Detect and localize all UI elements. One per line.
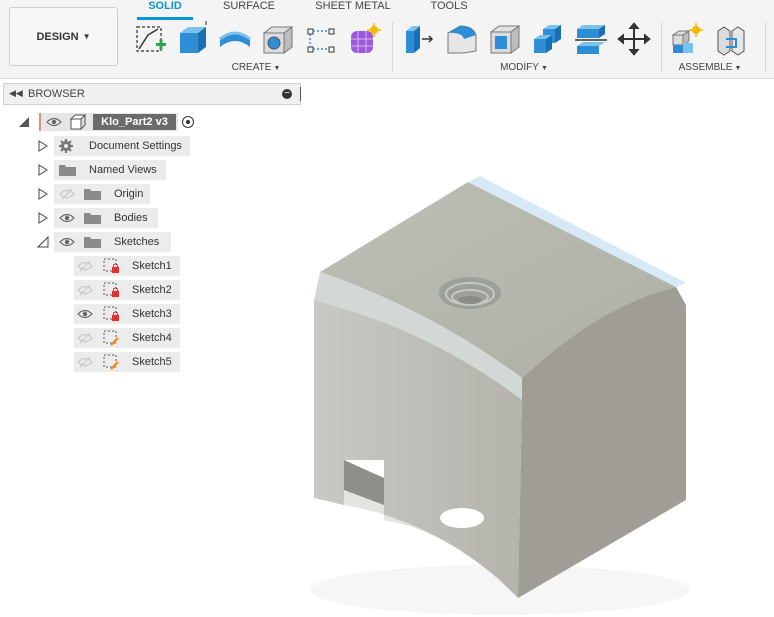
pattern-icon[interactable] <box>304 21 338 57</box>
folder-icon <box>59 165 76 176</box>
sketch-locked-icon <box>103 282 119 297</box>
sketch-edit-icon <box>103 354 119 370</box>
sketch-label: Sketch2 <box>132 284 172 296</box>
eye-hidden-icon[interactable] <box>77 332 93 344</box>
design-workspace-button[interactable]: DESIGN ▼ <box>9 7 118 66</box>
sketch-label: Sketch3 <box>132 308 172 320</box>
create-form-icon[interactable] <box>347 21 381 57</box>
expanded-triangle-icon[interactable] <box>37 236 49 248</box>
tab-tools[interactable]: TOOLS <box>429 0 469 12</box>
sketch-label: Sketch4 <box>132 332 172 344</box>
thread-bottom <box>458 296 482 304</box>
minimize-icon[interactable]: − <box>282 89 292 99</box>
new-component-icon[interactable] <box>670 21 704 57</box>
eye-hidden-icon[interactable] <box>77 284 93 296</box>
toolbar-divider <box>392 22 393 72</box>
modify-menu[interactable]: MODIFY ▼ <box>494 62 554 73</box>
component-icon <box>69 114 87 130</box>
tree-item-label: Document Settings <box>89 140 182 152</box>
folder-icon <box>84 237 101 248</box>
tab-solid-indicator <box>137 17 193 20</box>
eye-icon[interactable] <box>59 212 75 224</box>
sketch-locked-icon <box>103 258 119 273</box>
tree-item-label: Bodies <box>114 212 148 224</box>
browser-title: BROWSER <box>28 88 85 100</box>
extrude-icon[interactable] <box>176 19 210 57</box>
sketch-edit-icon <box>103 330 119 346</box>
toolbar: DESIGN ▼ SOLID SURFACE SHEET METAL TOOLS … <box>0 0 774 79</box>
folder-icon <box>84 189 101 200</box>
tree-item-label: Named Views <box>89 164 157 176</box>
assemble-menu[interactable]: ASSEMBLE ▼ <box>672 62 748 73</box>
create-label: CREATE <box>231 62 272 73</box>
panel-divider <box>300 87 301 101</box>
assemble-label: ASSEMBLE <box>678 62 733 73</box>
model-slot-hole <box>440 508 484 528</box>
eye-icon[interactable] <box>77 308 93 320</box>
root-component-name[interactable]: Klo_Part2 v3 <box>93 114 176 130</box>
joint-icon[interactable] <box>714 21 748 57</box>
shell-icon[interactable] <box>488 21 522 57</box>
root-node-marker <box>39 113 41 131</box>
tree-item-label: Sketches <box>114 236 160 248</box>
tree-item-label: Origin <box>114 188 144 200</box>
collapse-panel-icon[interactable]: ◀◀ <box>9 88 23 99</box>
gear-icon <box>59 139 73 153</box>
combine-icon[interactable] <box>531 21 565 57</box>
folder-icon <box>84 213 101 224</box>
expanded-triangle-icon[interactable] <box>18 116 30 128</box>
caret-down-icon: ▼ <box>734 65 742 72</box>
toolbar-divider <box>765 22 766 72</box>
sketch-label: Sketch5 <box>132 356 172 368</box>
eye-hidden-icon[interactable] <box>77 356 93 368</box>
sketch-label: Sketch1 <box>132 260 172 272</box>
caret-down-icon: ▼ <box>273 65 281 72</box>
create-sketch-icon[interactable] <box>134 21 168 57</box>
activate-radio-icon[interactable] <box>182 116 194 128</box>
eye-hidden-icon[interactable] <box>59 188 75 200</box>
collapsed-triangle-icon[interactable] <box>37 188 49 200</box>
create-menu[interactable]: CREATE ▼ <box>226 62 286 73</box>
tab-sheet-metal[interactable]: SHEET METAL <box>315 0 391 12</box>
collapsed-triangle-icon[interactable] <box>37 140 49 152</box>
modify-label: MODIFY <box>500 62 539 73</box>
browser-header: ◀◀ BROWSER − <box>3 83 301 105</box>
eye-icon[interactable] <box>46 116 62 128</box>
design-label: DESIGN <box>36 30 79 43</box>
split-body-icon[interactable] <box>574 21 608 57</box>
caret-down-icon: ▼ <box>82 32 91 41</box>
caret-down-icon: ▼ <box>540 65 548 72</box>
eye-hidden-icon[interactable] <box>77 260 93 272</box>
fillet-icon[interactable] <box>445 21 479 57</box>
collapsed-triangle-icon[interactable] <box>37 212 49 224</box>
sketch-locked-icon <box>103 306 119 321</box>
toolbar-divider <box>661 22 662 72</box>
collapsed-triangle-icon[interactable] <box>37 164 49 176</box>
tab-surface[interactable]: SURFACE <box>222 0 276 12</box>
move-icon[interactable] <box>617 21 651 57</box>
press-pull-icon[interactable] <box>402 21 436 57</box>
hole-icon[interactable] <box>261 21 295 57</box>
tab-solid[interactable]: SOLID <box>138 0 192 12</box>
eye-icon[interactable] <box>59 236 75 248</box>
revolve-icon[interactable] <box>218 21 252 57</box>
model-viewport[interactable] <box>290 160 720 615</box>
